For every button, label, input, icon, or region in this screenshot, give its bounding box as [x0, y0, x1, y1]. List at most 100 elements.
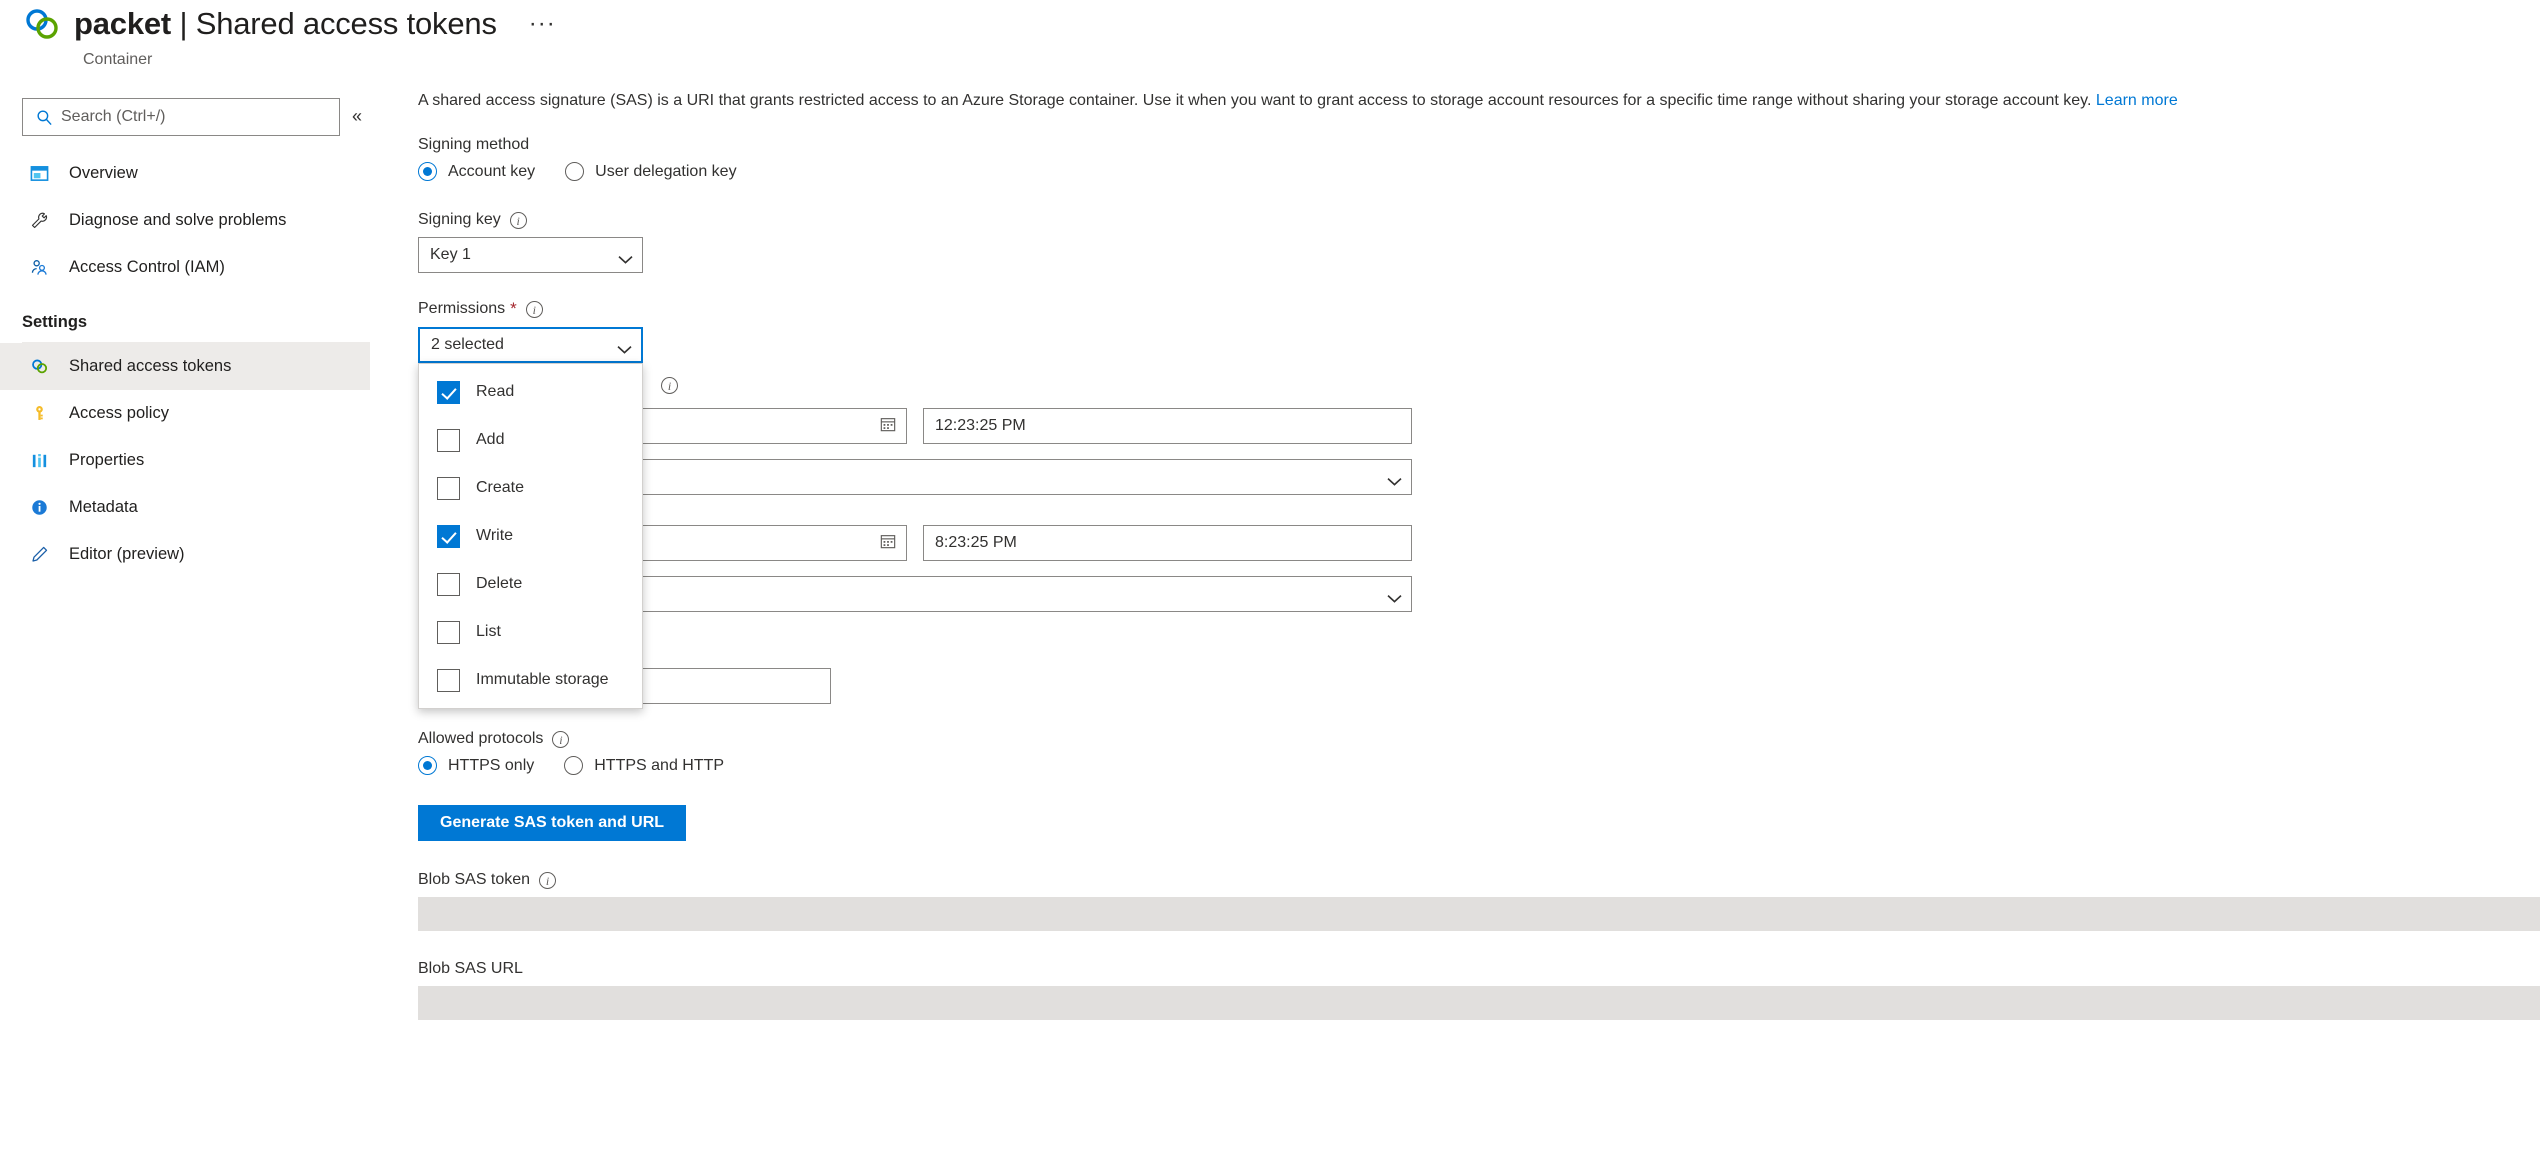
- sidebar-item-properties[interactable]: Properties: [0, 437, 370, 484]
- blob-sas-token-section: Blob SAS token i: [418, 871, 2540, 931]
- allowed-protocols-section: Allowed protocols i HTTPS only HTTPS and…: [418, 730, 2540, 775]
- permission-label: List: [476, 623, 501, 640]
- signing-method-label: Signing method: [418, 136, 2540, 154]
- permission-option-write[interactable]: Write: [419, 512, 642, 560]
- signing-key-section: Signing key i Key 1: [418, 211, 2540, 273]
- radio-indicator: [418, 756, 437, 775]
- chevron-down-icon: [1387, 473, 1402, 486]
- sidebar-nav: Overview Diagnose and solve problems Acc…: [0, 150, 370, 578]
- key-icon: [25, 402, 53, 426]
- container-icon: [22, 4, 62, 44]
- sidebar-item-access-control[interactable]: Access Control (IAM): [0, 244, 370, 291]
- blob-sas-url-label: Blob SAS URL: [418, 960, 2540, 978]
- sidebar-item-label: Metadata: [69, 498, 138, 516]
- permission-label: Read: [476, 383, 515, 400]
- radio-https-only[interactable]: HTTPS only: [418, 756, 534, 775]
- sidebar-item-overview[interactable]: Overview: [0, 150, 370, 197]
- permissions-section: Permissions * i 2 selected Read Add Crea…: [418, 299, 643, 709]
- radio-user-delegation-key[interactable]: User delegation key: [565, 162, 737, 181]
- page-description: A shared access signature (SAS) is a URI…: [418, 92, 2540, 110]
- allowed-protocols-label: Allowed protocols i: [418, 730, 2540, 748]
- checkbox[interactable]: [437, 524, 460, 548]
- permissions-label: Permissions * i: [418, 299, 643, 319]
- sidebar-item-diagnose[interactable]: Diagnose and solve problems: [0, 197, 370, 244]
- permission-label: Create: [476, 479, 525, 496]
- info-icon[interactable]: i: [661, 377, 678, 394]
- title-separator: |: [179, 6, 188, 41]
- expiry-time-field[interactable]: 8:23:25 PM: [923, 525, 1412, 561]
- checkbox[interactable]: [437, 572, 460, 596]
- label-text: Signing key: [418, 211, 501, 228]
- permission-option-create[interactable]: Create: [419, 464, 642, 512]
- collapse-sidebar-button[interactable]: «: [352, 106, 362, 126]
- description-text: A shared access signature (SAS) is a URI…: [418, 92, 2092, 109]
- blob-sas-token-field: [418, 897, 2540, 931]
- label-text: Allowed protocols: [418, 730, 544, 747]
- sidebar-item-shared-access-tokens[interactable]: Shared access tokens: [0, 343, 370, 390]
- permission-option-immutable-storage[interactable]: Immutable storage: [419, 656, 642, 704]
- signing-method-section: Signing method Account key User delegati…: [418, 136, 2540, 181]
- radio-label: User delegation key: [595, 162, 737, 180]
- sidebar-item-label: Overview: [69, 164, 138, 182]
- chevron-down-icon: [1387, 590, 1402, 603]
- datetime-section: i 12:23:25 PM 8:23:25 PM: [418, 377, 2540, 612]
- datetime-label: i: [661, 377, 2540, 394]
- page-name: Shared access tokens: [195, 6, 497, 41]
- info-icon[interactable]: i: [552, 730, 570, 748]
- checkbox[interactable]: [437, 668, 460, 692]
- checkbox[interactable]: [437, 380, 460, 404]
- required-indicator: *: [510, 299, 517, 318]
- permission-option-add[interactable]: Add: [419, 416, 642, 464]
- info-icon[interactable]: i: [525, 300, 543, 318]
- info-circle-icon: [25, 496, 53, 520]
- checkbox[interactable]: [437, 428, 460, 452]
- permission-label: Delete: [476, 575, 523, 592]
- info-icon[interactable]: i: [509, 211, 527, 229]
- expiry-time-value: 8:23:25 PM: [935, 534, 1017, 551]
- overview-icon: [25, 162, 53, 186]
- title-row: packet | Shared access tokens ···: [22, 4, 562, 44]
- resource-subtitle: Container: [83, 51, 153, 68]
- sidebar-item-editor[interactable]: Editor (preview): [0, 531, 370, 578]
- permission-label: Write: [476, 527, 514, 544]
- properties-icon: [25, 449, 53, 473]
- radio-account-key[interactable]: Account key: [418, 162, 535, 181]
- sidebar-item-access-policy[interactable]: Access policy: [0, 390, 370, 437]
- permission-option-delete[interactable]: Delete: [419, 560, 642, 608]
- search-icon: [31, 109, 57, 126]
- checkbox[interactable]: [437, 620, 460, 644]
- learn-more-link[interactable]: Learn more: [2096, 92, 2178, 109]
- permission-option-read[interactable]: Read: [419, 368, 642, 416]
- label-text: Blob SAS token: [418, 871, 531, 888]
- start-datetime-row: 12:23:25 PM: [418, 408, 2540, 444]
- generate-sas-button[interactable]: Generate SAS token and URL: [418, 805, 687, 841]
- search-input[interactable]: [57, 108, 311, 126]
- more-menu-button[interactable]: ···: [523, 12, 562, 36]
- link-rings-icon: [25, 355, 53, 379]
- chevron-down-icon: [617, 341, 632, 354]
- resource-name: packet: [74, 6, 172, 41]
- signing-key-select[interactable]: Key 1: [418, 237, 643, 273]
- permission-option-list[interactable]: List: [419, 608, 642, 656]
- radio-https-and-http[interactable]: HTTPS and HTTP: [564, 756, 724, 775]
- radio-label: Account key: [448, 162, 536, 180]
- info-icon[interactable]: i: [539, 871, 557, 889]
- radio-indicator: [565, 162, 585, 181]
- permissions-select[interactable]: 2 selected: [418, 327, 643, 363]
- permissions-dropdown[interactable]: Read Add Create Write Delete List Immuta…: [418, 363, 643, 709]
- checkbox[interactable]: [437, 476, 460, 500]
- chevron-down-icon: [618, 251, 633, 264]
- calendar-icon[interactable]: [880, 533, 896, 554]
- sidebar-search[interactable]: [22, 98, 340, 136]
- start-time-field[interactable]: 12:23:25 PM: [923, 408, 1412, 444]
- sidebar-group-settings: Settings: [22, 313, 88, 331]
- page-header: packet | Shared access tokens ··· Contai…: [0, 0, 2540, 82]
- calendar-icon[interactable]: [880, 416, 896, 437]
- sidebar-item-label: Properties: [69, 451, 145, 469]
- page-title: packet | Shared access tokens: [74, 6, 497, 42]
- sidebar-item-label: Access policy: [69, 404, 169, 422]
- sidebar-item-metadata[interactable]: Metadata: [0, 484, 370, 531]
- expiry-datetime-row: 8:23:25 PM: [418, 525, 2540, 561]
- allowed-protocols-radio-group: HTTPS only HTTPS and HTTP: [418, 756, 2540, 775]
- start-time-value: 12:23:25 PM: [935, 417, 1026, 434]
